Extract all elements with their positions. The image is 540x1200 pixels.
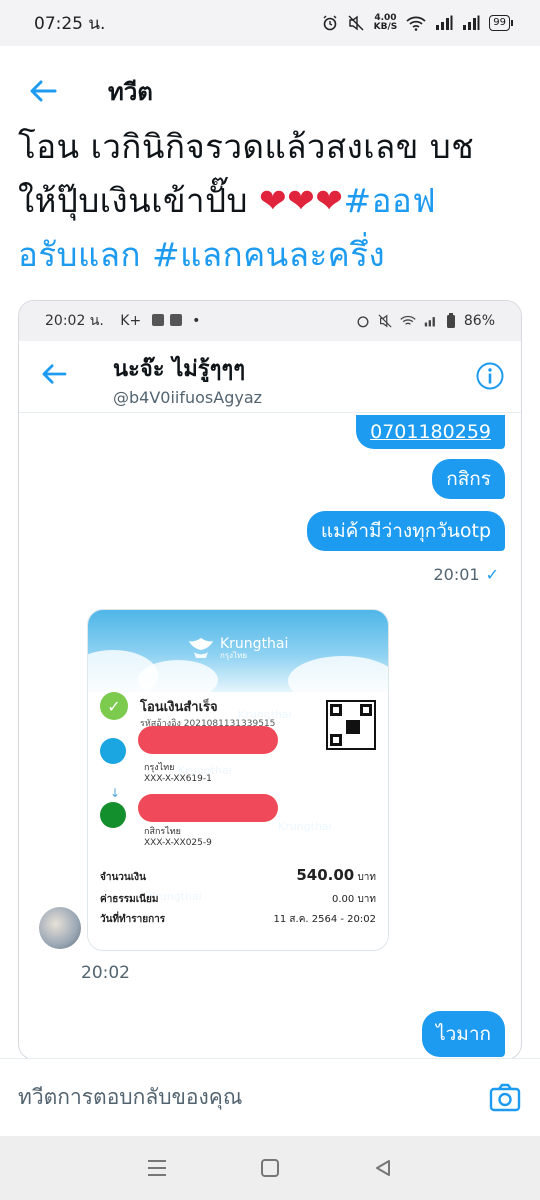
message-bubble-last[interactable]: ไวมาก — [422, 1011, 505, 1057]
from-bank: กรุงไทย — [144, 763, 175, 773]
kasikorn-bank-icon — [100, 802, 126, 828]
fee-row: ค่าธรรมเนียม 0.00 บาท — [100, 894, 376, 905]
mute-icon — [378, 314, 392, 328]
system-back-button[interactable] — [368, 1153, 398, 1183]
dm-header: นะจ๊ะ ไม่รู้ๆๆๆ @b4V0iifuosAgyaz — [19, 341, 521, 413]
network-speed: 4.00 KB/S — [373, 13, 398, 32]
triangle-back-icon — [376, 1160, 391, 1176]
contact-name: นะจ๊ะ ไม่รู้ๆๆๆ — [113, 357, 246, 382]
reply-input[interactable]: ทวีตการตอบกลับของคุณ — [18, 1081, 242, 1114]
notification-icon — [151, 314, 164, 326]
wifi-icon — [400, 315, 416, 325]
message-time-received: 20:02 — [81, 963, 130, 983]
hashtag-link-cont[interactable]: อรับแลก — [18, 235, 141, 274]
alarm-icon — [323, 15, 337, 31]
krungthai-logo: Krungthai กรุงไทย — [188, 636, 288, 660]
info-icon[interactable] — [475, 361, 505, 391]
camera-icon[interactable] — [488, 1081, 522, 1115]
message-time-sent: 20:01 ✓ — [433, 565, 499, 584]
message-bubble-bank[interactable]: กสิกร — [432, 459, 505, 499]
embedded-battery: 86% — [463, 313, 495, 329]
embedded-status-bar: 20:02 น. K+ • 86% — [19, 301, 521, 341]
tweet-line-2: ให้ปุ๊บเงินเข้าปั๊บ ❤❤❤#ออฟ — [18, 181, 437, 220]
receipt-status: โอนเงินสำเร็จ — [140, 700, 218, 715]
system-nav-bar — [0, 1136, 540, 1200]
receipt-banner: Krungthai กรุงไทย — [88, 610, 388, 706]
arrow-down-icon: ↓ — [110, 786, 121, 800]
wifi-icon — [406, 16, 426, 31]
tweet-text: โอน เวกินิกิจรวดแล้วสงเลข บช ให้ปุ๊บเงิน… — [18, 120, 528, 282]
square-icon — [260, 1159, 279, 1177]
heart-emoji: ❤❤❤ — [258, 181, 344, 220]
reply-bar: ทวีตการตอบกลับของคุณ — [0, 1058, 540, 1136]
embedded-status-time: 20:02 น. — [45, 313, 104, 329]
to-account: XXX-X-XX025-9 — [144, 838, 212, 848]
home-button[interactable] — [255, 1153, 285, 1183]
page-title: ทวีต — [108, 77, 153, 106]
tweet-line-3: อรับแลก #แลกคนละครึ่ง — [18, 228, 528, 282]
to-bank: กสิกรไทย — [144, 827, 181, 837]
contact-handle: @b4V0iifuosAgyaz — [113, 388, 263, 407]
signal-icon-2 — [463, 15, 480, 30]
hashtag-link[interactable]: #ออฟ — [343, 181, 436, 220]
battery-icon — [446, 313, 455, 328]
qr-code-icon — [326, 700, 376, 750]
status-icons: 4.00 KB/S 99 — [322, 13, 513, 32]
redacted-sender-name — [138, 726, 278, 754]
amount-value: 540.00 — [296, 866, 355, 884]
status-bar: 07:25 น. 4.00 KB/S 99 — [0, 0, 540, 46]
success-check-icon: ✓ — [100, 692, 128, 720]
date-row: วันที่ทำรายการ 11 ส.ค. 2564 - 20:02 — [100, 914, 376, 925]
recent-apps-button[interactable] — [142, 1153, 172, 1183]
arrow-left-icon[interactable] — [41, 363, 67, 385]
notification-icon-2 — [169, 314, 182, 326]
avatar[interactable] — [39, 907, 81, 949]
arrow-left-icon — [30, 80, 57, 102]
amount-row: จำนวนเงิน 540.00 บาท — [100, 866, 376, 884]
tweet-media-image[interactable]: 20:02 น. K+ • 86% นะจ๊ะ ไม่รู้ๆๆๆ @b4V0i… — [18, 300, 522, 1060]
alarm-icon — [357, 316, 369, 328]
receipt-body: Krungthai Krungthai Krungthai Krungthai … — [88, 692, 388, 950]
signal-icon — [424, 317, 435, 327]
check-icon: ✓ — [485, 565, 499, 584]
redacted-recipient-name — [138, 794, 278, 822]
message-bubble-account[interactable]: 0701180259 — [356, 415, 505, 449]
hashtag-link-2[interactable]: #แลกคนละครึ่ง — [152, 235, 385, 274]
message-bubble-note[interactable]: แม่ค้ามีว่างทุกวันotp — [306, 511, 505, 551]
krungthai-bird-icon — [189, 638, 213, 658]
back-button[interactable] — [20, 68, 66, 114]
signal-icon — [436, 15, 453, 30]
status-time: 07:25 น. — [34, 13, 106, 34]
tweet-line-1: โอน เวกินิกิจรวดแล้วสงเลข บช — [18, 127, 475, 166]
transfer-receipt-image[interactable]: Krungthai กรุงไทย Krungthai Krungthai Kr… — [87, 609, 389, 951]
from-account: XXX-X-XX619-1 — [144, 774, 212, 784]
battery-icon: 99 — [489, 15, 513, 31]
mute-icon — [348, 15, 364, 31]
menu-icon — [147, 1160, 166, 1176]
krungthai-bank-icon — [100, 738, 126, 764]
